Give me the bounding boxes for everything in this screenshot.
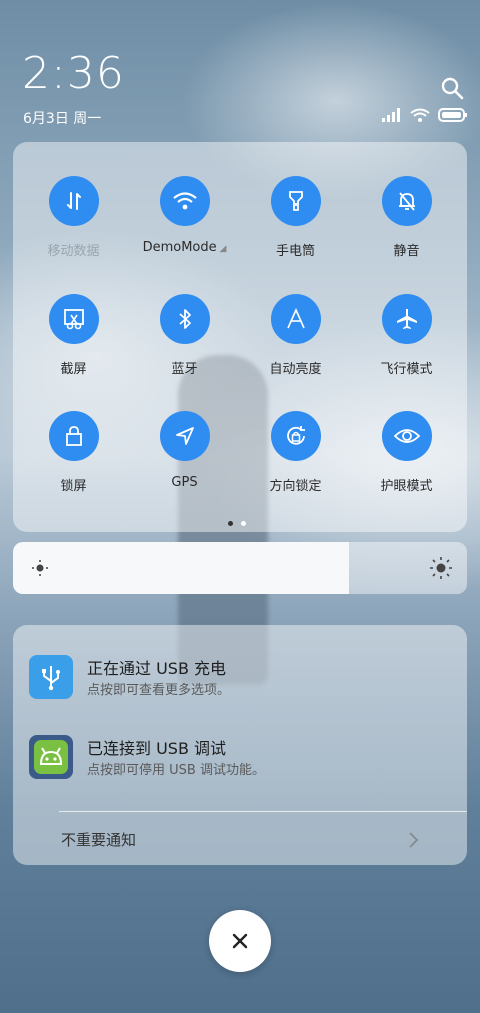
tile-rotation-lock[interactable]: 方向锁定 — [240, 411, 351, 494]
tile-eye-care[interactable]: 护眼模式 — [351, 411, 462, 494]
divider — [59, 811, 467, 812]
brightness-fill — [13, 542, 349, 594]
tile-mute-button[interactable] — [381, 176, 432, 226]
search-icon[interactable] — [440, 76, 464, 100]
tile-label: 手电筒 — [275, 244, 315, 259]
rotation-lock-icon — [286, 426, 305, 445]
tile-eye-care-button[interactable] — [381, 411, 432, 461]
tile-label: 自动亮度 — [269, 362, 322, 377]
clock-time: 2:36 — [22, 48, 125, 99]
tile-airplane-button[interactable] — [381, 294, 432, 344]
lock-icon — [65, 426, 82, 446]
tile-label: 方向锁定 — [269, 479, 322, 494]
android-app-icon — [29, 735, 73, 779]
bluetooth-icon — [178, 309, 191, 329]
page-indicator — [228, 521, 246, 526]
brightness-low-icon — [32, 560, 48, 576]
notification-body: 点按即可停用 USB 调试功能。 — [87, 763, 265, 778]
tile-bluetooth-button[interactable] — [159, 294, 210, 344]
tile-label: DemoMode ◢ — [142, 240, 227, 255]
android-icon — [34, 740, 68, 774]
tile-label: 静音 — [393, 244, 420, 259]
tile-flashlight-button[interactable] — [270, 176, 321, 226]
tile-screenshot-button[interactable] — [48, 294, 99, 344]
notification-title: 正在通过 USB 充电 — [87, 659, 227, 678]
tile-wifi-button[interactable] — [159, 176, 210, 226]
tile-lock[interactable]: 锁屏 — [18, 411, 129, 494]
notification-panel: 正在通过 USB 充电 点按即可查看更多选项。 已连接到 USB 调试 点按即可… — [13, 625, 467, 865]
eye-icon — [393, 429, 420, 443]
screenshot-icon — [63, 309, 84, 330]
tile-label: 锁屏 — [60, 479, 87, 494]
tile-mute[interactable]: 静音 — [351, 176, 462, 259]
brightness-slider[interactable] — [13, 542, 467, 594]
wifi-status-icon — [410, 108, 430, 122]
page-dot — [241, 521, 246, 526]
dropdown-indicator-icon: ◢ — [216, 244, 227, 254]
chevron-right-icon[interactable] — [407, 831, 419, 849]
clock-date: 6月3日 周一 — [23, 111, 102, 127]
wifi-icon — [172, 192, 197, 210]
status-icons — [382, 108, 468, 122]
tile-screenshot[interactable]: 截屏 — [18, 294, 129, 377]
usb-app-icon — [29, 655, 73, 699]
notification-body: 点按即可查看更多选项。 — [87, 683, 231, 698]
tile-flashlight[interactable]: 手电筒 — [240, 176, 351, 259]
mute-bell-icon — [398, 192, 415, 211]
tile-label: 飞行模式 — [380, 362, 433, 377]
tile-label: GPS — [171, 475, 198, 490]
tile-gps-button[interactable] — [159, 411, 210, 461]
page-dot-active — [228, 521, 233, 526]
tile-wifi[interactable]: DemoMode ◢ — [129, 176, 240, 255]
airplane-icon — [396, 309, 417, 329]
tile-gps[interactable]: GPS — [129, 411, 240, 490]
brightness-high-icon — [430, 557, 452, 579]
battery-icon — [438, 108, 467, 122]
notification-title: 已连接到 USB 调试 — [87, 739, 227, 758]
usb-icon — [42, 666, 60, 691]
tile-label: 护眼模式 — [380, 479, 433, 494]
unimportant-notifications-label[interactable]: 不重要通知 — [61, 829, 136, 850]
android-robot-icon — [39, 747, 63, 765]
tile-mobile-data[interactable]: 移动数据 — [18, 176, 129, 259]
gps-icon — [175, 427, 194, 445]
close-icon — [232, 933, 248, 949]
tile-lock-button[interactable] — [48, 411, 99, 461]
tile-label: 截屏 — [60, 362, 87, 377]
mobile-data-icon — [66, 192, 81, 210]
tile-airplane[interactable]: 飞行模式 — [351, 294, 462, 377]
tile-rotation-lock-button[interactable] — [270, 411, 321, 461]
auto-brightness-icon — [286, 308, 305, 329]
tile-auto-brightness[interactable]: 自动亮度 — [240, 294, 351, 377]
tile-label: 蓝牙 — [171, 362, 198, 377]
tile-auto-brightness-button[interactable] — [270, 294, 321, 344]
tile-label: 移动数据 — [47, 244, 100, 259]
tile-mobile-data-button[interactable] — [48, 176, 99, 226]
notification-usb-charging[interactable]: 正在通过 USB 充电 点按即可查看更多选项。 — [29, 655, 449, 703]
notification-usb-debugging[interactable]: 已连接到 USB 调试 点按即可停用 USB 调试功能。 — [29, 735, 449, 783]
close-button[interactable] — [209, 910, 271, 972]
tile-bluetooth[interactable]: 蓝牙 — [129, 294, 240, 377]
flashlight-icon — [288, 191, 303, 211]
signal-icon — [382, 108, 400, 122]
